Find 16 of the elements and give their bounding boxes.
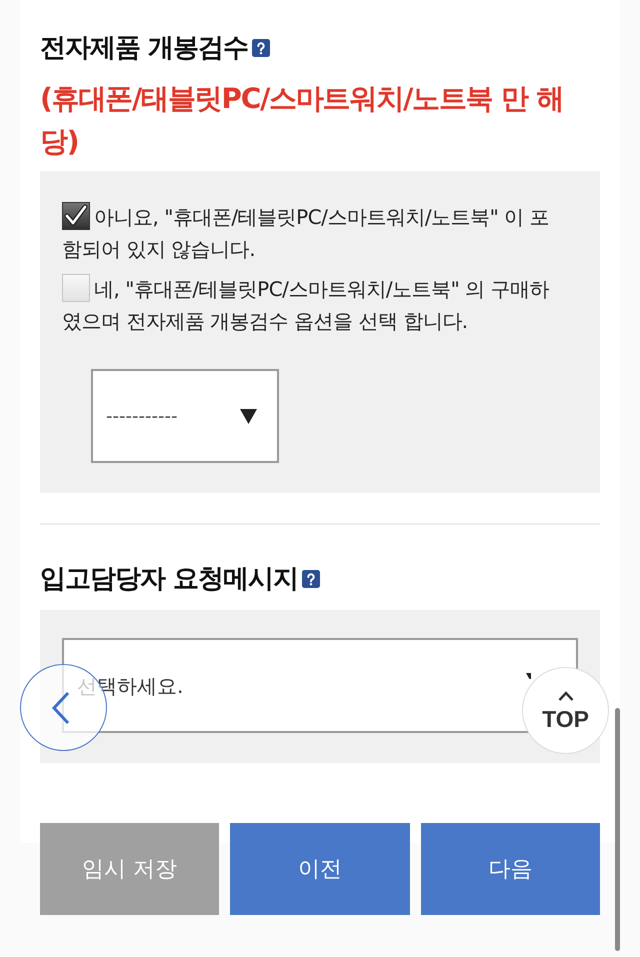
chevron-left-icon [50, 690, 70, 724]
notice-text: (휴대폰/태블릿PC/스마트워치/노트북 만 해당) [40, 81, 564, 160]
section-title: 입고담당자 요청메시지 [40, 564, 298, 594]
help-icon[interactable] [252, 39, 270, 57]
scrollbar-thumb[interactable] [615, 708, 620, 951]
action-button[interactable]: 이전 [230, 823, 410, 915]
select-field[interactable]: ----------- [91, 369, 279, 463]
dropdown-arrow-icon [240, 408, 257, 424]
section-title: 전자제품 개봉검수 [40, 33, 248, 63]
caret-up-icon [558, 690, 574, 700]
checkbox-option[interactable]: 아니요, "휴대폰/테블릿PC/스마트워치/노트북" 이 포함되어 있지 않습니다. [62, 201, 562, 265]
help-icon[interactable] [302, 570, 320, 588]
checkbox-option[interactable]: 네, "휴대폰/테블릿PC/스마트워치/노트북" 의 구매하였으며 전자제품 개봉검수 옵션을 선택 합니다. [62, 273, 562, 337]
dropdown-arrow-icon [526, 673, 531, 679]
checkbox[interactable] [62, 202, 90, 230]
action-button[interactable]: 다음 [420, 823, 600, 915]
